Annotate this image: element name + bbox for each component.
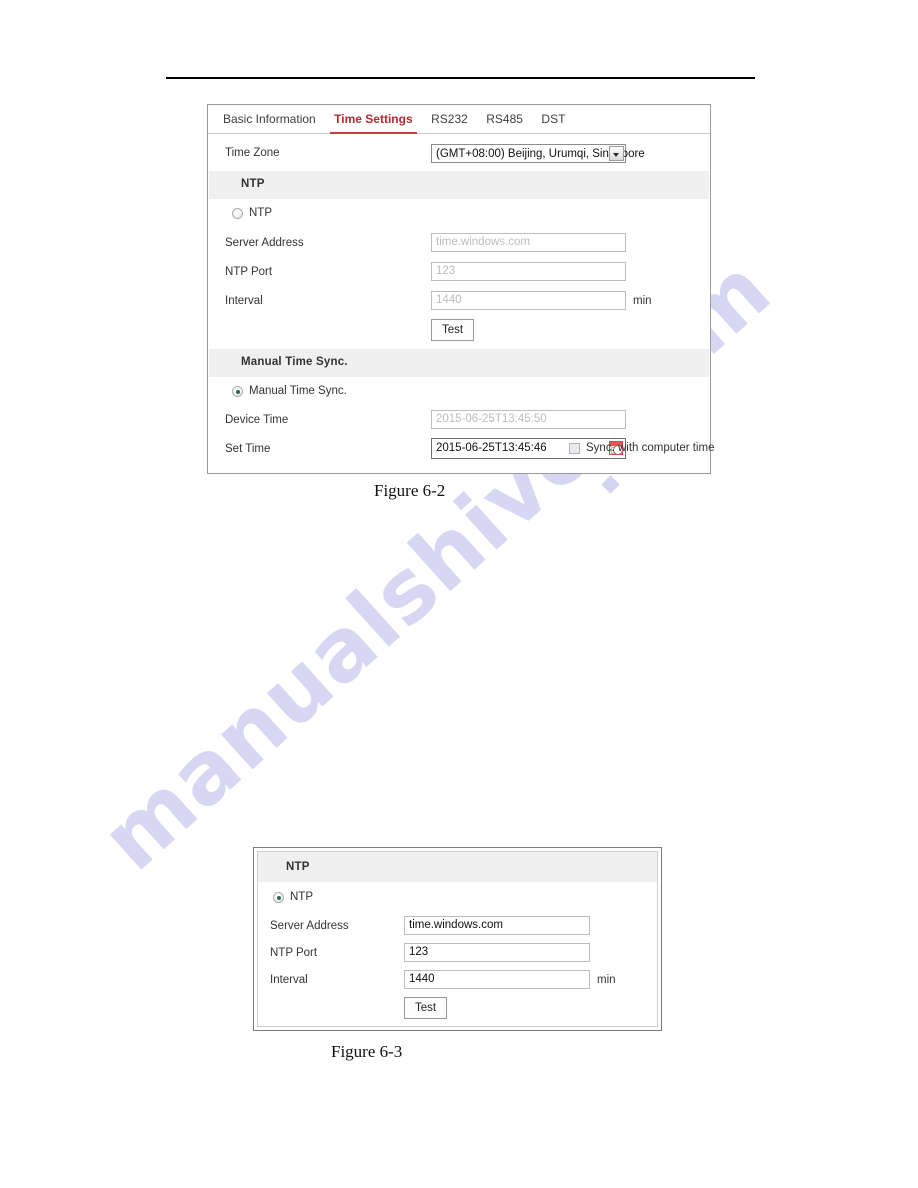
- ntp3-section-header: NTP: [258, 852, 657, 882]
- set-time-row: Set Time 2015-06-25T13:45:46 Sync. with …: [208, 435, 714, 464]
- ntp3-port-label: NTP Port: [270, 947, 318, 959]
- ntp3-interval-label: Interval: [270, 974, 308, 986]
- ntp-port-row: NTP Port 123: [208, 258, 710, 287]
- ntp3-port-row: NTP Port 123: [258, 940, 657, 967]
- manual-time-sync-radio-label: Manual Time Sync.: [249, 385, 347, 397]
- figure-6-2-caption: Figure 6-2: [374, 481, 446, 500]
- interval-input[interactable]: 1440: [431, 291, 626, 310]
- tab-rs232[interactable]: RS232: [424, 105, 475, 126]
- ntp3-server-address-label: Server Address: [270, 920, 349, 932]
- time-zone-row: Time Zone (GMT+08:00) Beijing, Urumqi, S…: [208, 134, 710, 171]
- server-address-input[interactable]: time.windows.com: [431, 233, 626, 252]
- ntp3-section-title: NTP: [286, 861, 310, 873]
- ntp-panel: NTP NTP Server Address time.windows.com …: [253, 847, 662, 1031]
- tab-basic-information[interactable]: Basic Information: [216, 105, 323, 126]
- device-time-row: Device Time 2015-06-25T13:45:50: [208, 406, 710, 435]
- tab-dst[interactable]: DST: [534, 105, 572, 126]
- header-rule: [166, 77, 755, 79]
- server-address-label: Server Address: [225, 237, 304, 249]
- ntp-section-header: NTP: [209, 171, 709, 199]
- ntp-radio-row: NTP: [208, 199, 710, 229]
- interval-row: Interval 1440 min: [208, 287, 710, 316]
- ntp3-server-address-row: Server Address time.windows.com: [258, 913, 657, 940]
- test-button[interactable]: Test: [431, 319, 475, 341]
- ntp3-interval-row: Interval 1440 min: [258, 967, 657, 994]
- ntp3-test-row: Test: [258, 994, 657, 1024]
- ntp-radio[interactable]: [232, 208, 243, 219]
- ntp-section-title: NTP: [241, 178, 265, 190]
- manual-time-sync-radio[interactable]: [232, 386, 243, 397]
- test-button-row: Test: [208, 316, 710, 349]
- ntp-radio-label: NTP: [249, 207, 272, 219]
- manual-time-sync-radio-row: Manual Time Sync.: [208, 377, 710, 406]
- ntp3-radio-label: NTP: [290, 891, 313, 903]
- tab-time-settings[interactable]: Time Settings: [327, 105, 419, 134]
- ntp3-port-input[interactable]: 123: [404, 943, 590, 962]
- ntp3-interval-unit: min: [597, 974, 616, 986]
- manual-time-sync-section-header: Manual Time Sync.: [209, 349, 709, 377]
- time-zone-select[interactable]: (GMT+08:00) Beijing, Urumqi, Singapore: [431, 144, 645, 163]
- set-time-label: Set Time: [225, 443, 271, 455]
- ntp-port-label: NTP Port: [225, 266, 273, 278]
- device-time-input: 2015-06-25T13:45:50: [431, 410, 626, 429]
- sync-with-computer-time-checkbox[interactable]: [569, 443, 580, 454]
- interval-unit: min: [633, 295, 652, 307]
- device-time-label: Device Time: [225, 414, 289, 426]
- chevron-down-icon[interactable]: [609, 146, 624, 161]
- document-page: Basic Information Time Settings RS232 RS…: [0, 0, 918, 1188]
- ntp3-server-address-input[interactable]: time.windows.com: [404, 916, 590, 935]
- sync-with-computer-time-label: Sync. with computer time: [586, 442, 715, 454]
- figure-6-3-caption: Figure 6-3: [331, 1042, 403, 1061]
- ntp3-interval-input[interactable]: 1440: [404, 970, 590, 989]
- ntp3-radio[interactable]: [273, 892, 284, 903]
- ntp3-radio-row: NTP: [258, 882, 657, 913]
- time-settings-form: Time Zone (GMT+08:00) Beijing, Urumqi, S…: [208, 134, 714, 464]
- server-address-row: Server Address time.windows.com: [208, 229, 710, 258]
- tab-rs485[interactable]: RS485: [479, 105, 530, 126]
- manual-time-sync-section-title: Manual Time Sync.: [241, 356, 348, 368]
- ntp3-test-button[interactable]: Test: [404, 997, 448, 1019]
- time-settings-panel: Basic Information Time Settings RS232 RS…: [207, 104, 714, 474]
- ntp-panel-inner: NTP NTP Server Address time.windows.com …: [257, 851, 658, 1027]
- time-zone-label: Time Zone: [225, 147, 280, 159]
- interval-label: Interval: [225, 295, 263, 307]
- tab-bar: Basic Information Time Settings RS232 RS…: [208, 105, 710, 134]
- ntp-port-input[interactable]: 123: [431, 262, 626, 281]
